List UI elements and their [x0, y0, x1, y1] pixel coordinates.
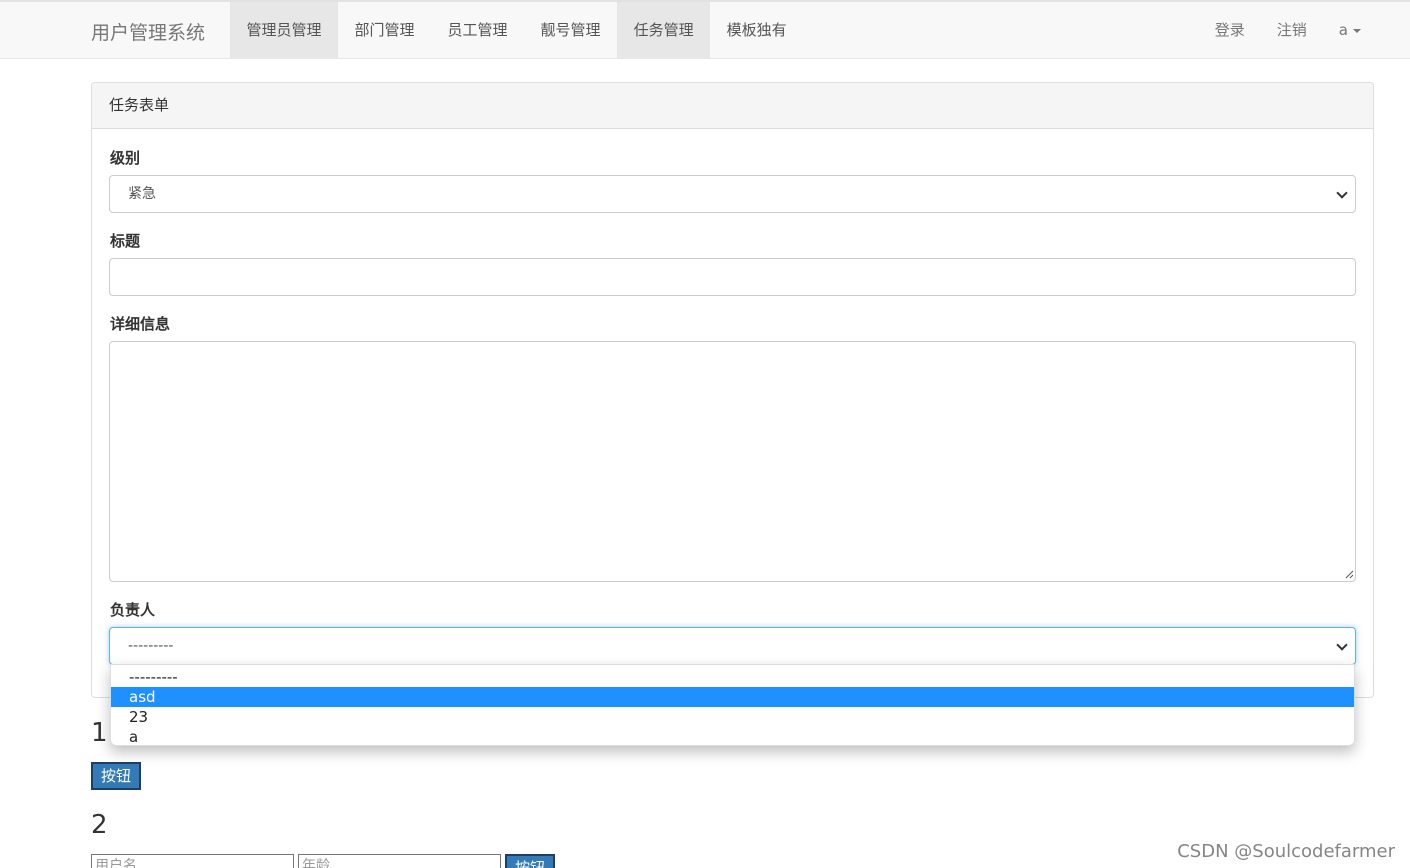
- dropdown-option-highlighted[interactable]: asd: [111, 687, 1354, 707]
- chevron-down-icon: [1336, 187, 1348, 199]
- panel-title: 任务表单: [92, 83, 1373, 129]
- resize-handle-icon[interactable]: [1344, 569, 1354, 579]
- logout-link[interactable]: 注销: [1261, 2, 1323, 59]
- section-1-heading: 1: [91, 718, 108, 748]
- title-label: 标题: [110, 232, 141, 250]
- caret-down-icon: [1353, 28, 1361, 33]
- level-select-value: 紧急: [128, 186, 156, 202]
- chevron-down-icon: [1336, 639, 1348, 651]
- login-link[interactable]: 登录: [1199, 2, 1261, 59]
- section-1-button[interactable]: 按钮: [91, 762, 142, 790]
- detail-label: 详细信息: [110, 315, 171, 333]
- section-2-heading: 2: [91, 810, 108, 840]
- watermark: CSDN @Soulcodefarmer: [1177, 841, 1395, 862]
- nav-item-template[interactable]: 模板独有: [710, 2, 803, 59]
- task-form-panel: 任务表单 级别 紧急 标题 详细信息 负责人 ---------: [91, 82, 1374, 698]
- level-label: 级别: [110, 149, 141, 167]
- age-input[interactable]: 年龄: [298, 854, 501, 868]
- level-select[interactable]: 紧急: [109, 175, 1356, 213]
- nav-item-admin[interactable]: 管理员管理: [230, 2, 339, 59]
- dropdown-option[interactable]: a: [111, 727, 1354, 747]
- owner-dropdown-list: --------- asd 23 a: [110, 664, 1355, 746]
- section-2-button[interactable]: 按钮: [505, 854, 556, 868]
- navbar: 用户管理系统 管理员管理 部门管理 员工管理 靓号管理 任务管理 模板独有 登录…: [0, 0, 1410, 59]
- dropdown-option[interactable]: 23: [111, 707, 1354, 727]
- dropdown-option[interactable]: ---------: [111, 667, 1354, 687]
- title-input[interactable]: [109, 258, 1356, 296]
- nav-menu: 管理员管理 部门管理 员工管理 靓号管理 任务管理 模板独有: [230, 2, 803, 59]
- user-name: a: [1338, 21, 1348, 39]
- detail-textarea[interactable]: [109, 341, 1356, 582]
- owner-select[interactable]: ---------: [109, 627, 1356, 665]
- nav-item-employee[interactable]: 员工管理: [431, 2, 524, 59]
- nav-right: 登录 注销 a: [1199, 2, 1377, 59]
- nav-item-pretty-number[interactable]: 靓号管理: [524, 2, 617, 59]
- nav-item-department[interactable]: 部门管理: [338, 2, 431, 59]
- user-menu[interactable]: a: [1323, 2, 1377, 59]
- brand[interactable]: 用户管理系统: [91, 18, 205, 45]
- nav-item-task[interactable]: 任务管理: [617, 2, 711, 59]
- owner-label: 负责人: [110, 601, 156, 619]
- owner-select-value: ---------: [128, 638, 174, 654]
- username-input[interactable]: 用户名: [91, 854, 294, 868]
